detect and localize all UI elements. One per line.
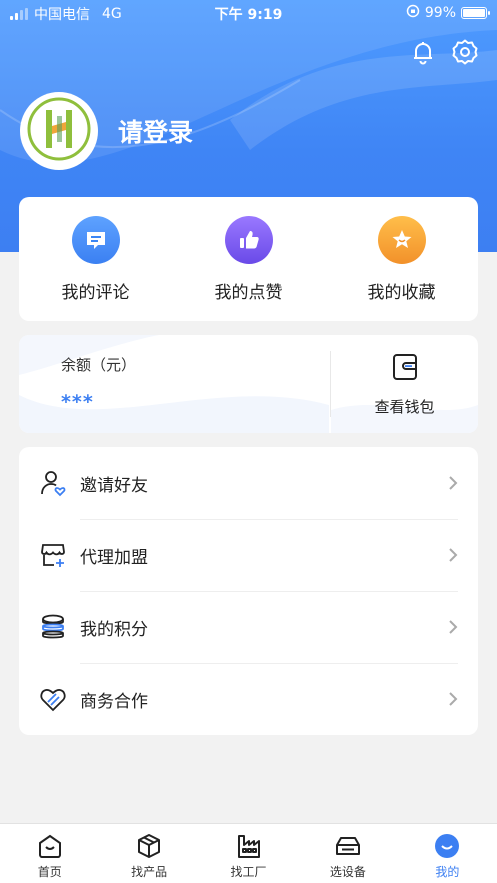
comment-icon [71,215,120,264]
handshake-heart-icon [39,685,67,713]
tab-label: 找产品 [131,865,168,879]
balance-label: 余额（元） [61,356,137,374]
tab-label: 选设备 [329,865,366,879]
menu-item-invite-friends[interactable]: 邀请好友 [19,447,478,519]
store-add-icon [39,541,67,569]
wallet-card: 余额（元） *** 查看钱包 [19,335,478,433]
thumbs-up-icon [224,215,273,264]
menu-label: 我的积分 [80,619,148,640]
my-comments-button[interactable]: 我的评论 [31,215,161,303]
menu-item-business-cooperation[interactable]: 商务合作 [19,663,478,735]
battery-percent: 99% [424,5,456,21]
my-likes-button[interactable]: 我的点赞 [184,215,314,303]
menu-item-my-points[interactable]: 我的积分 [19,591,478,663]
menu-item-agency-join[interactable]: 代理加盟 [19,519,478,591]
bottom-tab-bar: 首页 找产品 找工厂 选设备 我的 [0,823,497,883]
tab-choose-equipment[interactable]: 选设备 [298,824,397,883]
orientation-lock-icon [406,4,420,22]
gear-icon[interactable] [451,38,479,66]
chevron-right-icon [446,690,460,708]
action-label: 我的点赞 [214,282,283,303]
chevron-right-icon [446,618,460,636]
menu-label: 代理加盟 [80,547,148,568]
menu-label: 商务合作 [80,691,148,712]
home-icon [37,833,63,859]
box-icon [136,833,162,859]
tab-label: 找工厂 [230,865,267,879]
avatar[interactable] [20,92,98,170]
device-icon [335,833,361,859]
chevron-right-icon [446,474,460,492]
points-stack-icon [39,613,67,641]
wallet-icon [390,352,420,386]
tab-find-factory[interactable]: 找工厂 [199,824,298,883]
profile-smile-icon [434,833,460,859]
quick-actions-card: 我的评论 我的点赞 我的收藏 [19,197,478,321]
view-wallet-button[interactable]: 查看钱包 [331,335,478,433]
factory-icon [236,833,262,859]
balance-value: *** [61,391,94,413]
action-label: 我的评论 [61,282,130,303]
invite-user-icon [39,469,67,497]
menu-list: 邀请好友 代理加盟 我的积分 商务合作 [19,447,478,735]
chevron-right-icon [446,546,460,564]
bell-icon[interactable] [409,38,437,66]
tab-home[interactable]: 首页 [0,824,99,883]
battery-icon [461,7,490,19]
profile-section[interactable]: 请登录 [20,92,193,170]
status-bar: 中国电信 4G 下午 9:19 99% [0,0,497,26]
tab-label: 我的 [435,865,460,879]
menu-label: 邀请好友 [80,475,148,496]
star-icon [377,215,426,264]
my-favorites-button[interactable]: 我的收藏 [337,215,467,303]
login-prompt[interactable]: 请登录 [118,113,193,149]
action-label: 我的收藏 [367,282,436,303]
brand-logo-icon [26,96,92,166]
tab-mine[interactable]: 我的 [398,824,497,883]
tab-label: 首页 [37,865,62,879]
view-wallet-label: 查看钱包 [374,397,435,416]
tab-find-products[interactable]: 找产品 [99,824,198,883]
